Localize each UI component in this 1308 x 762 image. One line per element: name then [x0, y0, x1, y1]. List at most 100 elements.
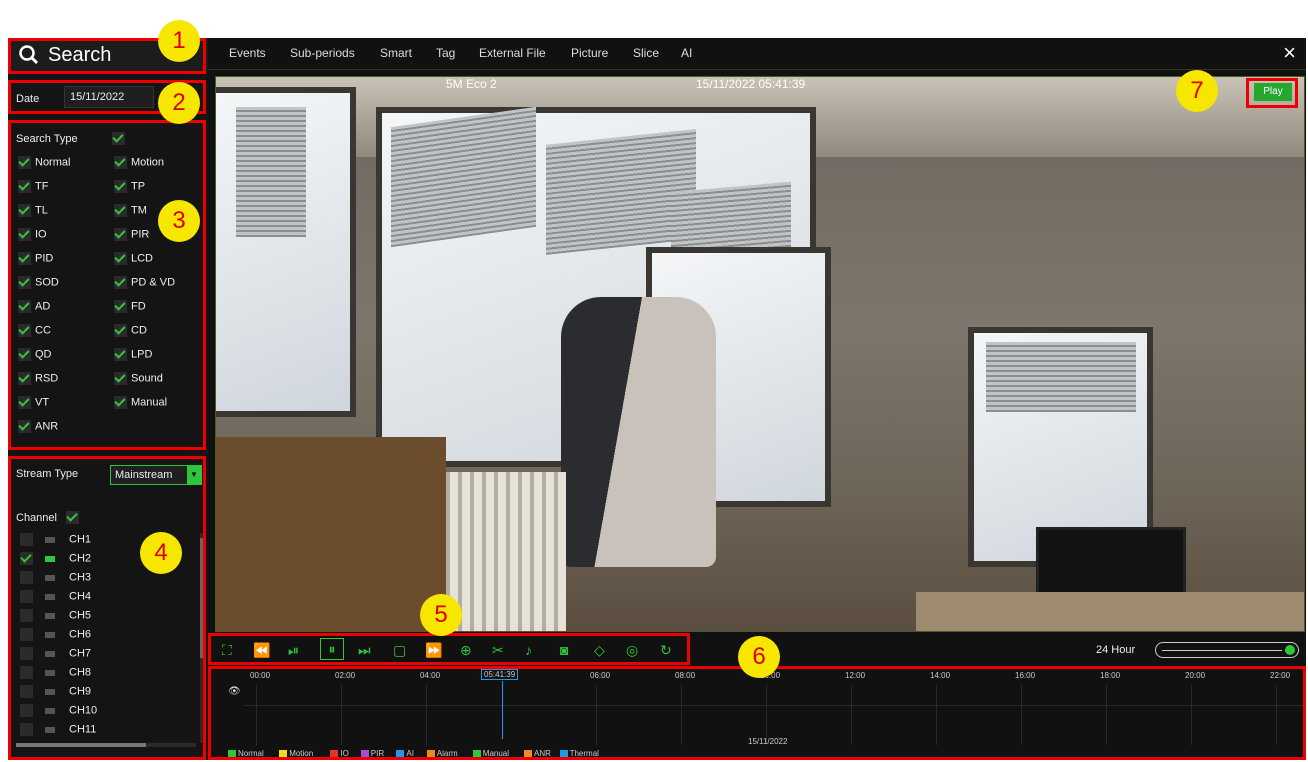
channel-item[interactable]: CH5 — [20, 609, 91, 622]
search-type-item[interactable]: Manual — [114, 396, 167, 409]
channel-checkbox[interactable] — [20, 571, 33, 584]
step-forward-icon[interactable]: ⏭ — [358, 642, 371, 658]
checkbox[interactable] — [114, 300, 127, 313]
search-type-item[interactable]: AD — [18, 300, 50, 313]
audio-icon[interactable]: ♪ — [525, 642, 532, 658]
search-type-item[interactable]: QD — [18, 348, 52, 361]
channel-item[interactable]: CH9 — [20, 685, 91, 698]
search-type-item[interactable]: TF — [18, 180, 48, 193]
zoom-in-icon[interactable]: ⊕ — [460, 642, 472, 658]
channel-item[interactable]: CH11 — [20, 723, 96, 736]
search-type-item[interactable]: PID — [18, 252, 53, 265]
play-button[interactable]: Play — [1254, 83, 1292, 101]
checkbox[interactable] — [114, 276, 127, 289]
channel-checkbox[interactable] — [20, 628, 33, 641]
channel-item[interactable]: CH6 — [20, 628, 91, 641]
checkbox[interactable] — [18, 372, 31, 385]
video-view[interactable]: 5M Eco 2 15/11/2022 05:41:39 — [215, 76, 1305, 632]
channel-item[interactable]: CH2 — [20, 552, 91, 565]
channel-all-checkbox[interactable] — [66, 511, 79, 524]
search-type-item[interactable]: RSD — [18, 372, 58, 385]
channel-checkbox[interactable] — [20, 552, 33, 565]
channel-item[interactable]: CH3 — [20, 571, 91, 584]
checkbox[interactable] — [18, 420, 31, 433]
channel-checkbox[interactable] — [20, 704, 33, 717]
search-type-item[interactable]: LCD — [114, 252, 153, 265]
tab-slice[interactable]: Slice — [633, 46, 659, 60]
search-type-item[interactable]: FD — [114, 300, 146, 313]
channel-checkbox[interactable] — [20, 685, 33, 698]
channel-checkbox[interactable] — [20, 647, 33, 660]
search-type-item[interactable]: VT — [18, 396, 49, 409]
stop-icon[interactable]: ▢ — [393, 642, 406, 658]
checkbox[interactable] — [114, 396, 127, 409]
checkbox[interactable] — [18, 276, 31, 289]
channel-checkbox[interactable] — [20, 609, 33, 622]
checkbox[interactable] — [18, 252, 31, 265]
search-type-item[interactable]: IO — [18, 228, 47, 241]
checkbox[interactable] — [18, 180, 31, 193]
channel-item[interactable]: CH1 — [20, 533, 91, 546]
ai-icon[interactable]: ◎ — [626, 642, 638, 658]
channel-checkbox[interactable] — [20, 723, 33, 736]
timeline-eye-icon[interactable]: 👁 — [228, 686, 241, 697]
search-type-item[interactable]: TM — [114, 204, 147, 217]
stream-type-select[interactable]: Mainstream ▼ — [110, 465, 202, 485]
checkbox[interactable] — [114, 204, 127, 217]
checkbox[interactable] — [114, 228, 127, 241]
channel-item[interactable]: CH7 — [20, 647, 91, 660]
tab-smart[interactable]: Smart — [380, 46, 412, 60]
search-type-item[interactable]: Motion — [114, 156, 164, 169]
tab-ai[interactable]: AI — [681, 46, 692, 60]
search-type-item[interactable]: LPD — [114, 348, 152, 361]
search-type-item[interactable]: ANR — [18, 420, 58, 433]
fullscreen-icon[interactable]: ⛶ — [222, 642, 232, 658]
tab-sub-periods[interactable]: Sub-periods — [290, 46, 355, 60]
pause-icon[interactable]: ⏸ — [320, 638, 344, 660]
search-type-item[interactable]: TP — [114, 180, 145, 193]
tab-tag[interactable]: Tag — [436, 46, 455, 60]
tag-icon[interactable]: ◇ — [594, 642, 605, 658]
tab-events[interactable]: Events — [229, 46, 266, 60]
slow-play-icon[interactable]: ⏯ — [288, 642, 299, 658]
checkbox[interactable] — [18, 156, 31, 169]
snapshot-icon[interactable]: ◙ — [560, 642, 568, 658]
search-type-item[interactable]: Normal — [18, 156, 70, 169]
search-type-all-checkbox[interactable] — [112, 132, 125, 145]
checkbox[interactable] — [114, 348, 127, 361]
rewind-icon[interactable]: ⏪ — [253, 642, 270, 658]
checkbox[interactable] — [18, 348, 31, 361]
channel-scrollbar[interactable] — [200, 533, 204, 743]
playhead[interactable] — [502, 681, 503, 739]
checkbox[interactable] — [18, 396, 31, 409]
checkbox[interactable] — [114, 324, 127, 337]
checkbox[interactable] — [18, 228, 31, 241]
channel-item[interactable]: CH10 — [20, 704, 97, 717]
tab-external-file[interactable]: External File — [479, 46, 546, 60]
channel-checkbox[interactable] — [20, 533, 33, 546]
date-field[interactable]: 15/11/2022 — [64, 86, 154, 108]
search-type-item[interactable]: Sound — [114, 372, 163, 385]
speed-icon[interactable]: ↻ — [660, 642, 672, 658]
fast-forward-icon[interactable]: ⏩ — [425, 642, 442, 658]
channel-item[interactable]: CH8 — [20, 666, 91, 679]
checkbox[interactable] — [18, 324, 31, 337]
close-icon[interactable]: × — [1283, 42, 1296, 64]
clip-icon[interactable]: ✂ — [492, 642, 504, 658]
channel-item[interactable]: CH4 — [20, 590, 91, 603]
tab-picture[interactable]: Picture — [571, 46, 608, 60]
checkbox[interactable] — [114, 252, 127, 265]
search-type-item[interactable]: TL — [18, 204, 48, 217]
search-type-item[interactable]: CD — [114, 324, 147, 337]
zoom-slider-knob[interactable] — [1285, 645, 1295, 655]
channel-checkbox[interactable] — [20, 590, 33, 603]
checkbox[interactable] — [114, 156, 127, 169]
checkbox[interactable] — [18, 204, 31, 217]
search-type-item[interactable]: SOD — [18, 276, 59, 289]
search-type-item[interactable]: CC — [18, 324, 51, 337]
search-type-item[interactable]: PIR — [114, 228, 149, 241]
timeline[interactable]: 00:00 02:00 04:00 05:41:39 06:00 08:00 1… — [208, 666, 1306, 760]
zoom-slider[interactable] — [1155, 642, 1299, 658]
channel-hscrollbar[interactable] — [16, 743, 196, 747]
checkbox[interactable] — [114, 180, 127, 193]
